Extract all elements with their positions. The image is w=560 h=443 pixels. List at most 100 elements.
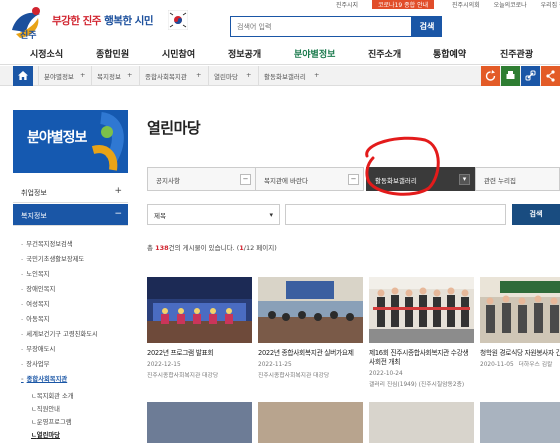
thumbnail-image [258,277,363,343]
slogan-end: 시민 [134,15,154,27]
sidebar-banner-title: 분야별정보 [27,130,87,146]
submenu-item[interactable]: - 아동복지 [21,314,49,323]
gallery-thumbnail[interactable] [480,402,560,443]
tab-related-sites[interactable]: 관련 누리집 [475,167,560,191]
utility-link-1[interactable]: 진주시지 [336,0,358,9]
thumbnail-image [480,277,560,343]
sidebar-item-welfare[interactable]: 복지정보 − [13,204,128,226]
gallery-thumbnail[interactable] [258,402,363,443]
nav-item-news[interactable]: 시정소식 [30,47,63,60]
breadcrumb-field-info[interactable]: 분야별정보 [44,71,74,81]
gallery-card[interactable]: 2022년 프로그램 발표회 2022-12-15 진주시종합사회복지관 대강당 [147,277,252,380]
gallery-thumbnail[interactable] [147,277,252,343]
utility-link-5[interactable]: 우리집 찾기 [541,0,560,9]
breadcrumb: 분야별정보 + 복지정보 + 종합사회복지관 + 열린마당 + 활동화보갤러리 … [0,66,560,86]
breadcrumb-gallery[interactable]: 활동화보갤러리 [264,71,306,81]
thumbnail-image [369,277,474,343]
print-icon [506,71,515,79]
nav-item-participation[interactable]: 시민참여 [162,47,195,60]
gallery-card-author: 진주시종합사회복지관 대강당 [147,373,219,379]
breadcrumb-welfare[interactable]: 복지정보 [97,71,121,81]
gallery-card[interactable]: 제16회 진주시종합사회복지관 수강생 사회전 개최 2022-10-24 갤러… [369,277,474,389]
nav-item-tourism[interactable]: 진주관광 [500,47,533,60]
reload-button[interactable] [481,66,500,86]
submenu-item[interactable]: - 세계보건기구 고령친화도시 [21,329,98,338]
sidebar-banner: 분야별정보 [13,110,128,173]
sidebar-item-label: 취업정보 [21,189,47,197]
search-input[interactable] [230,16,412,37]
gallery-card-title[interactable]: 청학원 경로식당 자원봉사자 간담회 [480,349,560,358]
share-icon [546,70,555,82]
gallery-card-title[interactable]: 2022년 종합사회복지관 실버가요제 [258,349,363,358]
gallery-card-date: 2022-12-15 [147,362,181,368]
gallery-card-title[interactable]: 제16회 진주시종합사회복지관 수강생 사회전 개최 [369,349,474,367]
tab-suggestions[interactable]: 복지관에 바란다 − [255,167,364,191]
subsubmenu-item[interactable]: ㄴ운영프로그램 [31,417,72,426]
breadcrumb-open-yard[interactable]: 열린마당 [214,71,238,81]
home-icon [18,71,28,80]
gallery-thumbnail[interactable] [258,277,363,343]
page-title: 열린마당 [147,119,201,137]
gallery-thumbnail[interactable] [369,277,474,343]
count-suffix: /12 페이지) [243,244,277,252]
utility-link-3[interactable]: 진주시의회 [452,0,480,9]
submenu-item[interactable]: - 장애인복지 [21,284,55,293]
search-button[interactable]: 검색 [412,16,442,37]
nav-item-civil[interactable]: 종합민원 [96,47,129,60]
breadcrumb-plus-icon[interactable]: + [127,71,132,79]
print-button[interactable] [501,66,520,86]
submenu-item[interactable]: - 여성복지 [21,299,49,308]
copy-link-button[interactable] [521,66,540,86]
tab-label: 공지사항 [156,177,180,185]
gallery-thumbnail[interactable] [480,277,560,343]
breadcrumb-plus-icon[interactable]: + [246,71,251,79]
subsubmenu-item-current[interactable]: ㄴ열린마당 [31,430,60,439]
thumbnail-image [147,277,252,343]
submenu-item[interactable]: - 국민기초생활보장제도 [21,254,84,263]
expand-icon: + [114,186,122,196]
hand-drawn-red-circle [365,136,440,196]
breadcrumb-welfare-center[interactable]: 종합사회복지관 [145,71,187,81]
gallery-card-date: 2020-11-05 [480,362,514,368]
nav-item-field-info[interactable]: 분야별정보 [294,47,335,60]
search-field-select[interactable]: 제목 ▾ [147,204,280,225]
tab-notice[interactable]: 공지사항 − [147,167,256,191]
submenu-item[interactable]: - 부건복지정보검색 [21,239,73,248]
utility-link-4[interactable]: 오늘의코로나 [494,0,527,9]
share-button[interactable] [541,66,560,86]
gallery-card[interactable]: 청학원 경로식당 자원봉사자 간담회 2020-11-05 더하우스 김칼 [480,277,560,369]
nav-item-disclosure[interactable]: 정보공개 [228,47,261,60]
breadcrumb-plus-icon[interactable]: + [196,71,201,79]
home-button[interactable] [13,66,33,86]
gallery-card-date: 2022-10-24 [369,371,403,377]
minus-icon: − [240,174,251,185]
breadcrumb-plus-icon[interactable]: + [80,71,85,79]
breadcrumb-plus-icon[interactable]: + [314,71,319,79]
collapse-icon: − [114,209,122,219]
slogan-blue: 행복한 [104,15,132,27]
gallery-card-title[interactable]: 2022년 프로그램 발표회 [147,349,252,358]
board-search-input[interactable] [285,204,506,225]
submenu-item[interactable]: - 노인복지 [21,269,49,278]
nav-item-about[interactable]: 진주소개 [368,47,401,60]
nav-item-reservation[interactable]: 통합예약 [433,47,466,60]
submenu-item[interactable]: - 무장애도시 [21,344,55,353]
post-count: 총 138건의 게시물이 있습니다. (1/12 페이지) [147,242,277,252]
sidebar-item-employment[interactable]: 취업정보 + [13,181,128,203]
submenu-item[interactable]: - 장사업무 [21,359,49,368]
subsubmenu-item[interactable]: ㄴ복지회관 소개 [31,391,74,400]
utility-link-covid[interactable]: 코로나19 종합 안내 [372,0,435,9]
board-search-button[interactable]: 검색 [512,204,560,225]
city-slogan: 부강한 진주 행복한 시민 [52,13,154,28]
submenu-item-current[interactable]: - 종합사회복지관 [21,374,67,383]
gallery-card-meta: 2020-11-05 더하우스 김칼 [480,361,560,369]
minus-icon: − [348,174,359,185]
gallery-thumbnail[interactable] [147,402,252,443]
gallery-thumbnail[interactable] [369,402,474,443]
gallery-card[interactable]: 2022년 종합사회복지관 실버가요제 2022-11-25 진주시종합사회복지… [258,277,363,380]
subsubmenu-item[interactable]: ㄴ직원안내 [31,404,60,413]
count-mid: 건의 게시물이 있습니다. ( [168,244,240,252]
gallery-card-author: 진주시종합사회복지관 대강당 [258,373,330,379]
chevron-down-icon: ▾ [269,211,273,219]
gallery-card-author: 더하우스 김칼 [518,362,553,368]
